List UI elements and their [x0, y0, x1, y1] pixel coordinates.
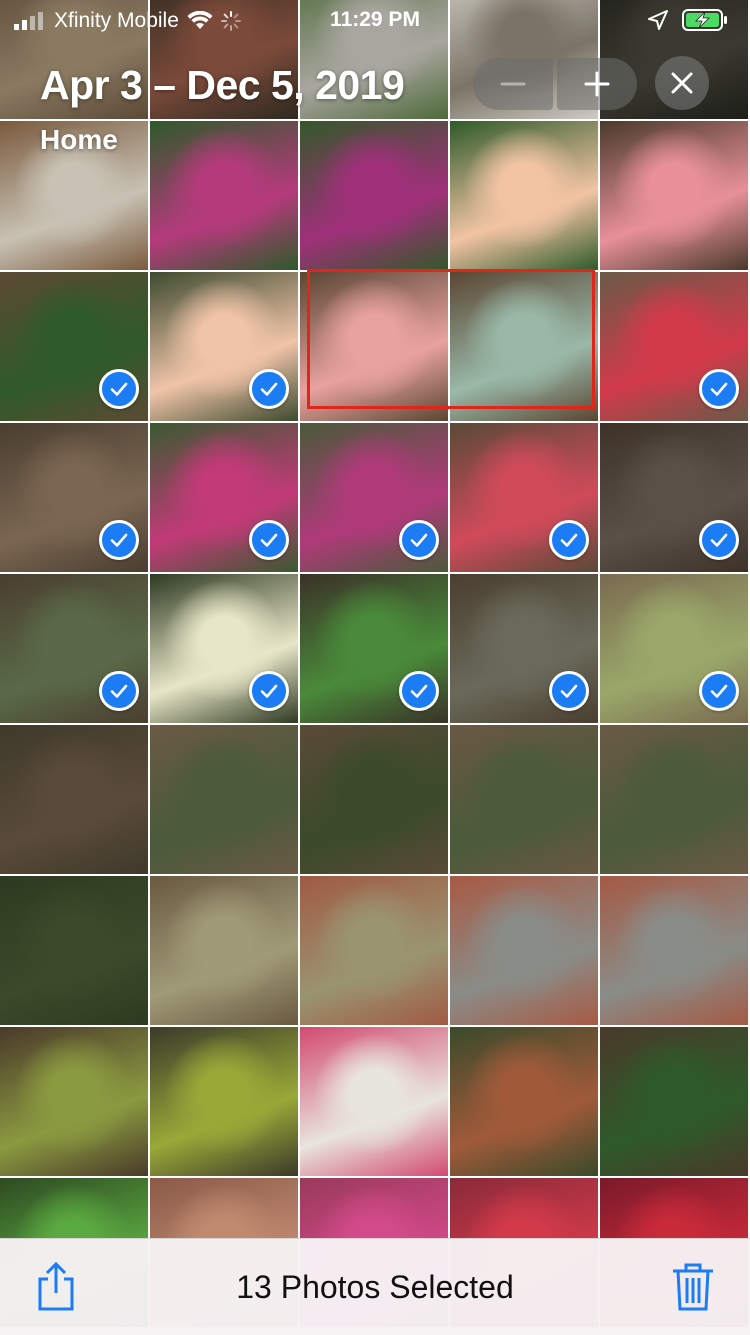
photo-thumbnail[interactable]: [150, 423, 298, 572]
status-right-group: [648, 9, 728, 31]
battery-charging-icon: [682, 9, 727, 31]
selected-checkmark-icon: [99, 369, 139, 409]
photo-image: [300, 725, 448, 874]
selection-count: 13 Photos Selected: [236, 1269, 514, 1305]
photo-thumbnail[interactable]: [450, 423, 598, 572]
zoom-control: [473, 58, 637, 110]
status-bar: Xfinity Mobile 11:29 PM: [0, 0, 750, 40]
photo-grid: [0, 0, 750, 1327]
photo-thumbnail[interactable]: [300, 272, 448, 421]
photo-thumbnail[interactable]: [300, 876, 448, 1025]
photo-thumbnail[interactable]: [450, 121, 598, 270]
photo-thumbnail[interactable]: [600, 876, 748, 1025]
photo-image: [0, 725, 148, 874]
photo-image: [450, 1027, 598, 1176]
photo-thumbnail[interactable]: [0, 1027, 148, 1176]
photo-image: [150, 876, 298, 1025]
minus-icon: [500, 82, 526, 86]
photo-thumbnail[interactable]: [600, 423, 748, 572]
zoom-out-button[interactable]: [473, 58, 553, 110]
photo-thumbnail[interactable]: [450, 725, 598, 874]
photo-thumbnail[interactable]: [150, 121, 298, 270]
photo-thumbnail[interactable]: [450, 1027, 598, 1176]
photo-image: [0, 876, 148, 1025]
photo-image: [0, 1027, 148, 1176]
selected-checkmark-icon: [549, 671, 589, 711]
selected-checkmark-icon: [99, 520, 139, 560]
photo-thumbnail[interactable]: [600, 1027, 748, 1176]
photo-thumbnail[interactable]: [600, 121, 748, 270]
close-button[interactable]: [655, 56, 709, 110]
photo-thumbnail[interactable]: [600, 574, 748, 723]
photo-thumbnail[interactable]: [600, 725, 748, 874]
photo-thumbnail[interactable]: [600, 272, 748, 421]
photo-image: [300, 1027, 448, 1176]
photo-thumbnail[interactable]: [0, 725, 148, 874]
photo-image: [450, 121, 598, 270]
photo-thumbnail[interactable]: [150, 574, 298, 723]
clock: 11:29 PM: [330, 8, 420, 31]
selected-checkmark-icon: [699, 369, 739, 409]
date-range-title: Apr 3 – Dec 5, 2019: [40, 62, 405, 108]
photo-image: [300, 121, 448, 270]
location-label[interactable]: Home: [40, 124, 118, 156]
selected-checkmark-icon: [549, 520, 589, 560]
photo-thumbnail[interactable]: [450, 272, 598, 421]
photo-image: [600, 876, 748, 1025]
photo-image: [150, 121, 298, 270]
photo-thumbnail[interactable]: [300, 423, 448, 572]
photo-thumbnail[interactable]: [150, 725, 298, 874]
photo-image: [150, 725, 298, 874]
delete-button[interactable]: [670, 1261, 716, 1313]
selected-checkmark-icon: [249, 369, 289, 409]
photo-thumbnail[interactable]: [0, 272, 148, 421]
close-icon: [671, 72, 693, 94]
plus-icon: [584, 71, 610, 97]
selected-checkmark-icon: [699, 520, 739, 560]
photo-thumbnail[interactable]: [300, 121, 448, 270]
selected-checkmark-icon: [249, 520, 289, 560]
photo-thumbnail[interactable]: [300, 1027, 448, 1176]
location-arrow-icon: [648, 10, 668, 30]
photo-thumbnail[interactable]: [150, 272, 298, 421]
selected-checkmark-icon: [399, 671, 439, 711]
photo-image: [450, 876, 598, 1025]
photo-image: [300, 272, 448, 421]
photo-thumbnail[interactable]: [450, 574, 598, 723]
photo-thumbnail[interactable]: [0, 423, 148, 572]
selection-toolbar: 13 Photos Selected: [0, 1238, 750, 1335]
photo-image: [300, 876, 448, 1025]
photo-thumbnail[interactable]: [300, 574, 448, 723]
photo-image: [600, 725, 748, 874]
zoom-in-button[interactable]: [557, 58, 637, 110]
photo-image: [600, 1027, 748, 1176]
photo-thumbnail[interactable]: [150, 876, 298, 1025]
photo-image: [600, 121, 748, 270]
photo-thumbnail[interactable]: [300, 725, 448, 874]
photo-thumbnail[interactable]: [0, 876, 148, 1025]
selected-checkmark-icon: [99, 671, 139, 711]
photo-thumbnail[interactable]: [150, 1027, 298, 1176]
trash-icon: [673, 1263, 713, 1311]
selected-checkmark-icon: [249, 671, 289, 711]
selected-checkmark-icon: [399, 520, 439, 560]
photo-thumbnail[interactable]: [0, 574, 148, 723]
selected-checkmark-icon: [699, 671, 739, 711]
photo-image: [150, 1027, 298, 1176]
photo-thumbnail[interactable]: [450, 876, 598, 1025]
photo-image: [450, 272, 598, 421]
photo-image: [450, 725, 598, 874]
